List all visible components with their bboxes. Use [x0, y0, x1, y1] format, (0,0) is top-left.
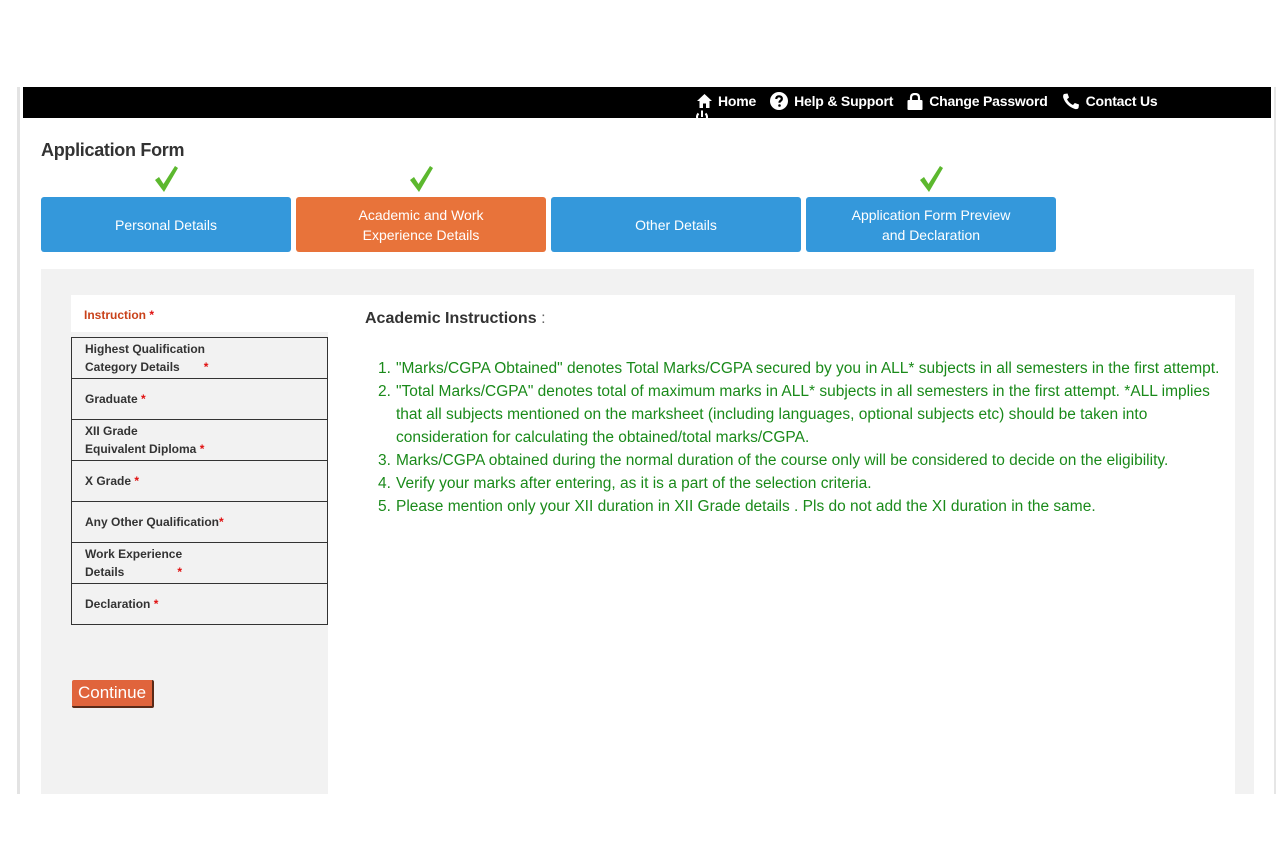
- required-mark: *: [219, 515, 224, 529]
- nav-change-password[interactable]: Change Password: [907, 92, 1048, 110]
- page-title: Application Form: [41, 140, 185, 160]
- sidebar-item-label-line2: Details: [85, 565, 125, 579]
- required-mark: *: [149, 308, 155, 322]
- application-page: Home Help & Support Change Password Cont…: [23, 87, 1271, 794]
- instruction-number: 1.: [378, 360, 391, 377]
- sidebar-item-label: Declaration: [85, 597, 151, 611]
- sidebar-item-label: Work Experience: [85, 547, 183, 561]
- step-preview-declaration[interactable]: Application Form Preview and Declaration: [806, 166, 1056, 252]
- window-edge-right: [1274, 87, 1276, 794]
- required-mark: *: [153, 597, 159, 611]
- instructions-heading-text: Academic Instructions: [365, 310, 537, 327]
- sidebar-item-instruction[interactable]: Instruction *: [84, 308, 154, 322]
- sidebar-item-label-line2: Category Details: [85, 360, 180, 374]
- step-personal-details[interactable]: Personal Details: [41, 166, 291, 252]
- check-icon: [410, 166, 433, 192]
- instruction-text: "Marks/CGPA Obtained" denotes Total Mark…: [396, 360, 1220, 377]
- sidebar-item-declaration[interactable]: Declaration *: [71, 583, 328, 625]
- nav-help-label: Help & Support: [794, 93, 894, 109]
- nav-change-password-label: Change Password: [929, 93, 1048, 109]
- instruction-number: 4.: [378, 475, 391, 492]
- required-mark: *: [203, 360, 209, 374]
- sidebar-item-highest-qualification[interactable]: Highest Qualification Category Details *: [71, 337, 328, 379]
- step-label: Academic and Work Experience Details: [358, 206, 484, 243]
- form-steps: Personal Details Academic and Work Exper…: [41, 166, 1061, 252]
- sidebar-item-xii-grade[interactable]: XII Grade Equivalent Diploma *: [71, 419, 328, 461]
- sidebar-item-label-line2: Equivalent Diploma: [85, 442, 197, 456]
- step-academic-work-experience[interactable]: Academic and Work Experience Details: [296, 166, 546, 252]
- sidebar-item-x-grade[interactable]: X Grade *: [71, 460, 328, 502]
- power-icon[interactable]: [695, 110, 709, 120]
- instruction-text: Verify your marks after entering, as it …: [396, 475, 872, 492]
- instructions-heading: Academic Instructions :: [365, 310, 546, 328]
- instruction-item: 2. "Total Marks/CGPA" denotes total of ma…: [378, 380, 1228, 449]
- window-edge-left: [17, 87, 20, 794]
- nav-home[interactable]: Home: [697, 93, 756, 109]
- sidebar-item-label: X Grade: [85, 474, 132, 488]
- sidebar-item-label: Any Other Qualification: [85, 515, 220, 529]
- sidebar-item-label: Graduate: [85, 392, 138, 406]
- help-icon: [770, 92, 789, 110]
- required-mark: *: [141, 392, 146, 406]
- top-nav: Home Help & Support Change Password Cont…: [697, 89, 1171, 113]
- check-icon: [920, 166, 943, 192]
- form-panel: Instruction * Highest Qualification Cate…: [41, 269, 1254, 794]
- phone-icon: [1062, 93, 1079, 109]
- check-icon: [155, 166, 178, 192]
- sidebar-item-any-other-qualification[interactable]: Any Other Qualification*: [71, 501, 328, 543]
- instruction-item: 3. Marks/CGPA obtained during the normal …: [378, 449, 1228, 472]
- required-mark: *: [199, 442, 205, 456]
- step-other-details[interactable]: Other Details: [551, 197, 801, 252]
- instructions-heading-suffix: :: [541, 310, 546, 327]
- section-list: Highest Qualification Category Details * …: [71, 337, 328, 625]
- instruction-text: "Total Marks/CGPA" denotes total of maxi…: [396, 383, 1210, 446]
- top-nav-bar: Home Help & Support Change Password Cont…: [23, 87, 1271, 120]
- sidebar-item-label: XII Grade: [85, 424, 138, 438]
- nav-help-support[interactable]: Help & Support: [770, 92, 893, 110]
- instruction-number: 3.: [378, 452, 391, 469]
- step-label: Other Details: [635, 216, 717, 233]
- instruction-item: 4. Verify your marks after entering, as i…: [378, 472, 1228, 495]
- home-icon: [697, 94, 712, 108]
- instruction-text: Please mention only your XII duration in…: [396, 498, 1096, 515]
- required-mark: *: [177, 565, 183, 579]
- step-label: Personal Details: [115, 216, 217, 233]
- nav-home-label: Home: [718, 93, 757, 109]
- instruction-number: 2.: [378, 383, 391, 400]
- lock-icon: [907, 92, 923, 110]
- instructions-list: 1. "Marks/CGPA Obtained" denotes Total Ma…: [378, 357, 1228, 518]
- sidebar-item-work-experience[interactable]: Work Experience Details *: [71, 542, 328, 584]
- instruction-item: 1. "Marks/CGPA Obtained" denotes Total Ma…: [378, 357, 1228, 380]
- sidebar-item-label: Instruction: [84, 308, 146, 322]
- continue-button[interactable]: Continue: [72, 680, 155, 708]
- sidebar-item-graduate[interactable]: Graduate *: [71, 378, 328, 420]
- nav-contact-us[interactable]: Contact Us: [1062, 93, 1158, 110]
- instruction-item: 5. Please mention only your XII duration …: [378, 495, 1228, 518]
- step-label: Application Form Preview and Declaration: [851, 206, 1011, 243]
- required-mark: *: [134, 474, 140, 488]
- nav-contact-us-label: Contact Us: [1085, 93, 1158, 109]
- instruction-number: 5.: [378, 498, 391, 515]
- sidebar-item-label: Highest Qualification: [85, 342, 206, 356]
- instruction-text: Marks/CGPA obtained during the normal du…: [396, 452, 1169, 469]
